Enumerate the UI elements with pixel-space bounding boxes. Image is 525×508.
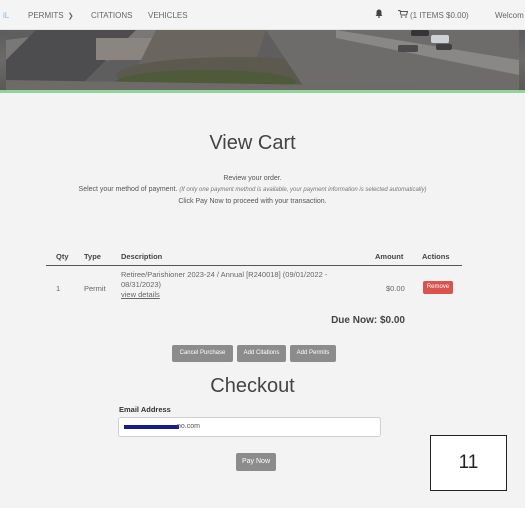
row-description-line2: 08/31/2023) bbox=[121, 280, 162, 289]
cart-icon[interactable] bbox=[398, 10, 408, 18]
email-value: no.com bbox=[177, 423, 200, 430]
instruction-method-note: (If only one payment method is available… bbox=[179, 187, 427, 193]
hero-photo bbox=[6, 30, 519, 90]
email-field[interactable]: no.com bbox=[118, 417, 381, 437]
col-header-type: Type bbox=[84, 252, 101, 261]
redaction-mark bbox=[124, 425, 179, 429]
chevron-down-icon: ❯ bbox=[67, 13, 74, 20]
page-title: View Cart bbox=[209, 132, 296, 154]
due-now-total: Due Now: $0.00 bbox=[331, 315, 405, 326]
add-permits-button[interactable]: Add Permits bbox=[290, 345, 336, 362]
row-description-line1: Retiree/Parishioner 2023-24 / Annual [R2… bbox=[121, 270, 328, 279]
email-label: Email Address bbox=[119, 405, 171, 414]
nav-citations[interactable]: CITATIONS bbox=[91, 11, 132, 20]
bell-icon[interactable] bbox=[375, 9, 383, 18]
annotation-number-box: 11 bbox=[430, 435, 507, 491]
instruction-review: Review your order. bbox=[223, 175, 282, 182]
col-header-amount: Amount bbox=[375, 252, 404, 261]
brand-fragment[interactable]: iL bbox=[3, 11, 9, 20]
pay-now-button[interactable]: Pay Now bbox=[236, 453, 276, 471]
remove-button[interactable]: Remove bbox=[423, 281, 453, 294]
nav-permits-label: PERMITS bbox=[28, 11, 64, 20]
view-details-link[interactable]: view details bbox=[121, 290, 351, 300]
col-header-actions: Actions bbox=[422, 252, 450, 261]
welcome-label[interactable]: Welcom bbox=[495, 11, 524, 20]
row-qty: 1 bbox=[56, 284, 61, 293]
add-citations-button[interactable]: Add Citations bbox=[237, 345, 286, 362]
row-type: Permit bbox=[84, 284, 106, 293]
top-nav: iL PERMITS ❯ CITATIONS VEHICLES (1 ITEMS… bbox=[0, 0, 525, 30]
row-amount: $0.00 bbox=[386, 284, 405, 293]
instruction-method-main: Select your method of payment. bbox=[78, 186, 178, 193]
table-divider bbox=[46, 265, 462, 266]
col-header-qty: Qty bbox=[56, 252, 69, 261]
hero-banner-image bbox=[0, 30, 525, 90]
nav-permits[interactable]: PERMITS ❯ bbox=[28, 11, 74, 20]
checkout-heading: Checkout bbox=[210, 375, 295, 397]
instruction-method: Select your method of payment. (If only … bbox=[0, 186, 505, 193]
nav-vehicles[interactable]: VEHICLES bbox=[148, 11, 188, 20]
row-description: Retiree/Parishioner 2023-24 / Annual [R2… bbox=[121, 270, 351, 300]
cart-summary[interactable]: (1 ITEMS $0.00) bbox=[410, 11, 469, 20]
instruction-paynow: Click Pay Now to proceed with your trans… bbox=[178, 198, 327, 205]
col-header-description: Description bbox=[121, 252, 163, 261]
cancel-purchase-button[interactable]: Cancel Purchase bbox=[172, 345, 233, 362]
